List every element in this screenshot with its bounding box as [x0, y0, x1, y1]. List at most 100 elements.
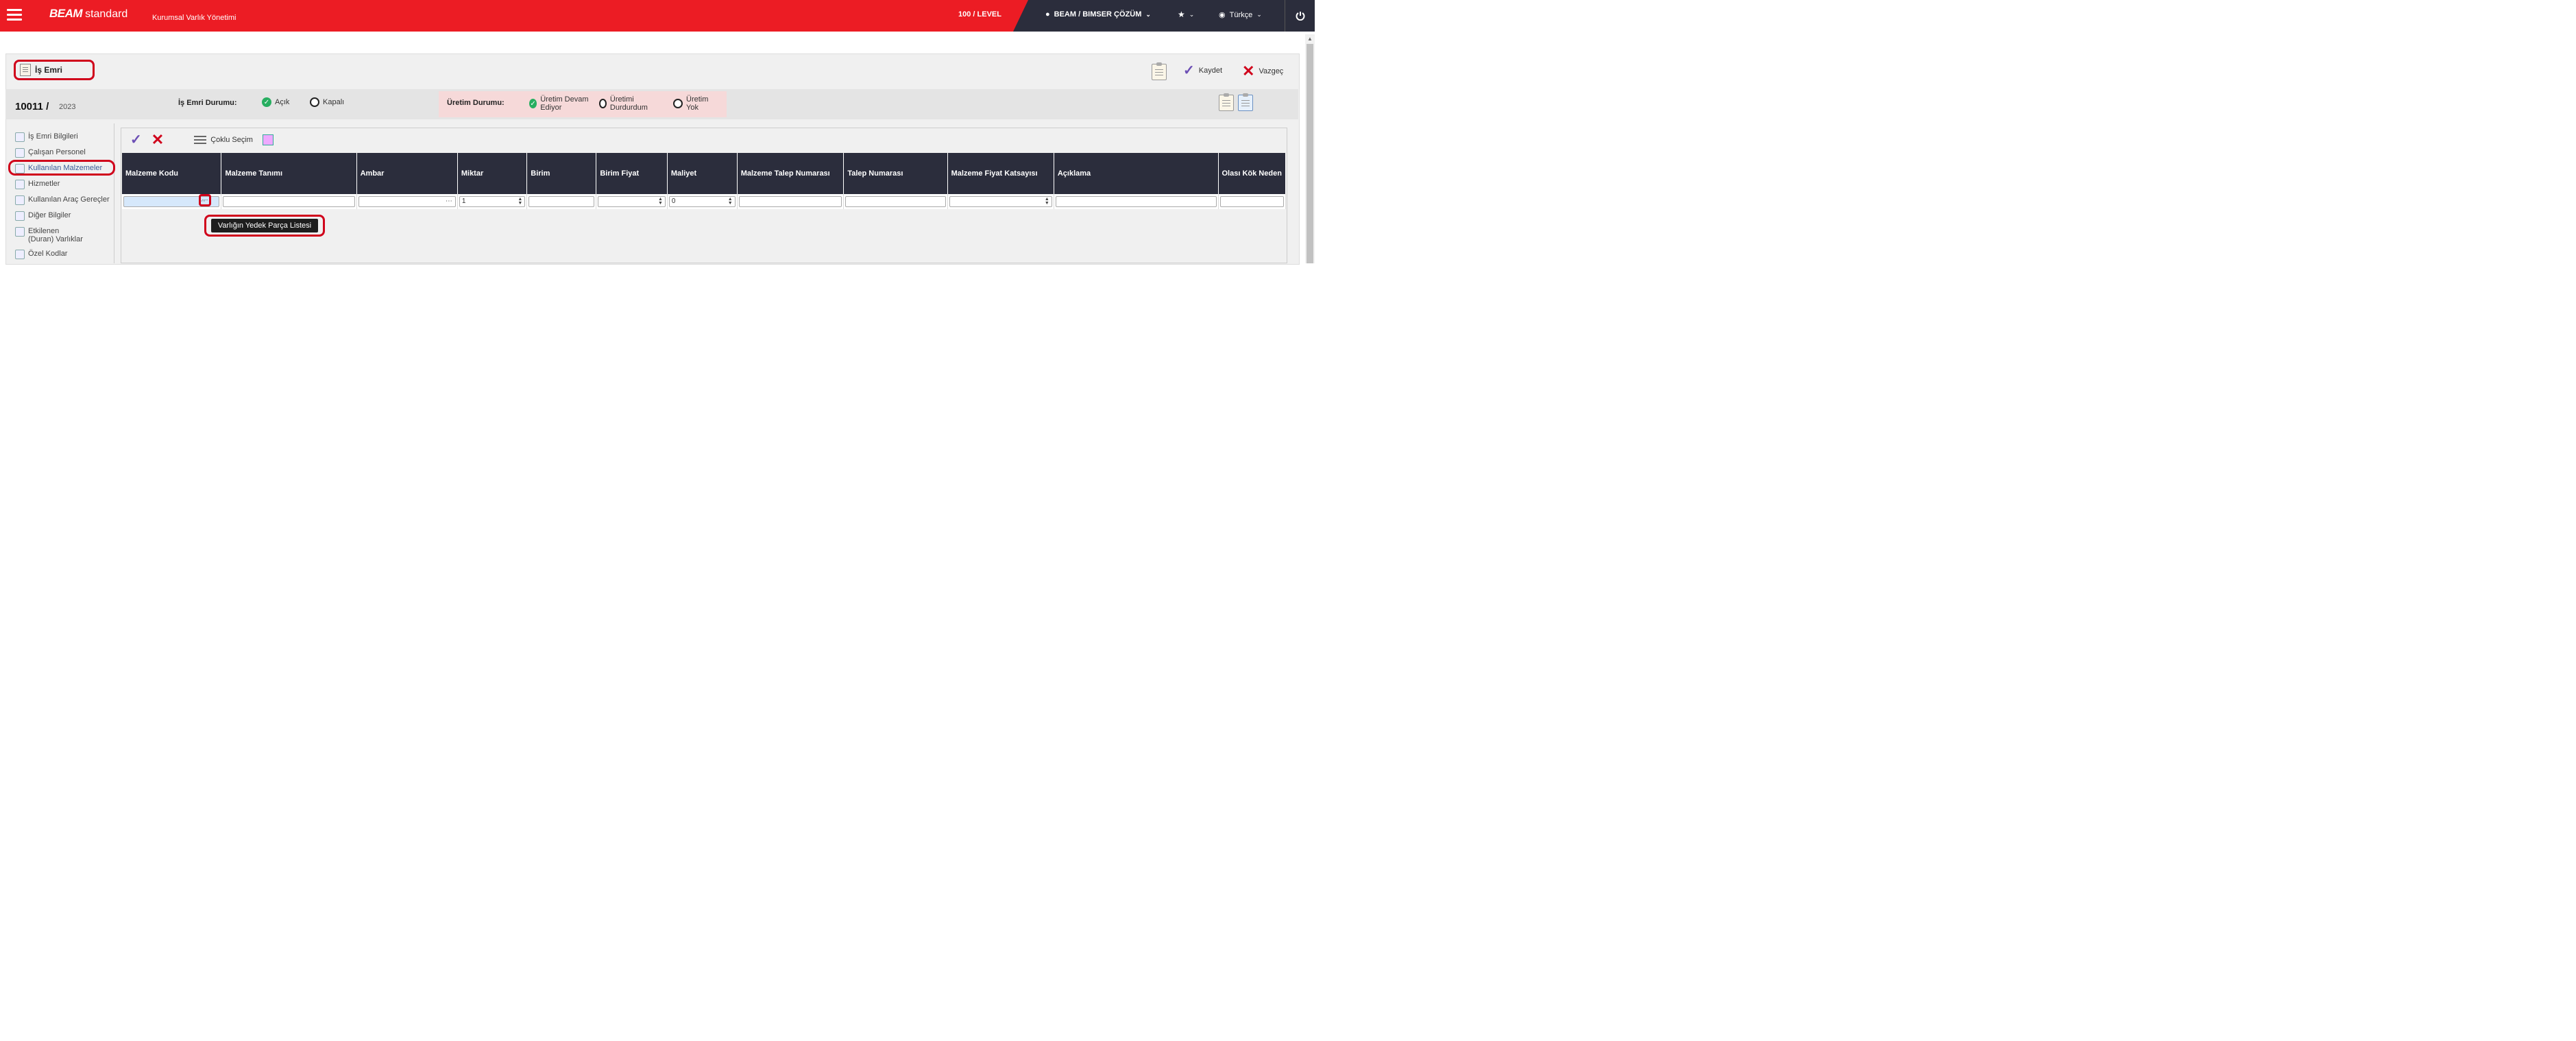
chevron-down-icon: ⌄: [1189, 10, 1195, 18]
copy-icon[interactable]: [1238, 93, 1253, 111]
production-running-label: Üretim Devam Ediyor: [540, 95, 589, 112]
scrollbar-thumb[interactable]: [1307, 44, 1313, 263]
materials-table: Malzeme Kodu Malzeme Tanımı Ambar Miktar…: [122, 153, 1286, 209]
code-icon: [15, 250, 25, 259]
sidebar-item-other-info[interactable]: Diğer Bilgiler: [15, 211, 111, 221]
language-label: Türkçe: [1229, 10, 1253, 19]
column-header[interactable]: Olası Kök Neden: [1218, 153, 1286, 194]
production-none-radio[interactable]: Üretim Yok: [673, 95, 721, 112]
production-stopped-radio[interactable]: Üretimi Durdurdum: [599, 95, 654, 112]
column-header[interactable]: Ambar: [356, 153, 458, 194]
work-order-number: 10011 /: [15, 101, 49, 112]
level-indicator: 100 / LEVEL: [958, 10, 1001, 19]
cancel-button[interactable]: ✕ Vazgeç: [1242, 64, 1283, 79]
ellipsis-icon[interactable]: ⋯: [446, 197, 452, 206]
column-header[interactable]: Talep Numarası: [843, 153, 948, 194]
sidebar-item-label: Kullanılan Malzemeler: [28, 164, 103, 172]
work-order-year: 2023: [59, 103, 76, 111]
brand-logo: BEAM standard: [49, 7, 127, 21]
sidebar-item-label: Çalışan Personel: [28, 148, 86, 156]
cost-stepper[interactable]: 0 ▲ ▼: [668, 196, 736, 207]
page-scrollbar[interactable]: ▲: [1305, 34, 1315, 263]
sidebar-item-tools[interactable]: Kullanılan Araç Gereçler: [15, 195, 111, 205]
favorites-menu[interactable]: ★ ⌄: [1178, 10, 1194, 19]
chevron-down-icon: ⌄: [1145, 10, 1151, 18]
scroll-up-icon[interactable]: ▲: [1307, 36, 1313, 42]
unit-price-stepper[interactable]: ▲ ▼: [598, 196, 666, 207]
column-header[interactable]: Malzeme Fiyat Katsayısı: [947, 153, 1054, 194]
spare-parts-lookup-button[interactable]: ⋯: [199, 194, 211, 206]
status-closed-label: Kapalı: [323, 98, 345, 106]
request-number-input[interactable]: [845, 196, 946, 207]
cell-unit-price: ▲ ▼: [596, 194, 668, 209]
sidebar-item-affected-assets[interactable]: Etkilenen (Duran) Varlıklar: [15, 227, 84, 243]
sidebar-item-personnel[interactable]: Çalışan Personel: [15, 148, 111, 158]
description-input[interactable]: [1055, 196, 1217, 207]
spinner-icon[interactable]: ▲ ▼: [728, 197, 733, 206]
status-tools: [1219, 93, 1253, 111]
price-factor-stepper[interactable]: ▲ ▼: [949, 196, 1052, 207]
delete-button[interactable]: ✕: [151, 132, 164, 147]
material-name-input[interactable]: [223, 196, 355, 207]
power-icon: [1296, 12, 1305, 21]
spinner-icon[interactable]: ▲ ▼: [518, 197, 522, 206]
cell-request-no: [843, 194, 948, 209]
grid-settings-icon[interactable]: [262, 134, 274, 145]
column-header[interactable]: Birim: [526, 153, 597, 194]
multi-select-button[interactable]: Çoklu Seçim: [194, 134, 253, 145]
sidebar-item-work-order-info[interactable]: İş Emri Bilgileri: [15, 132, 111, 142]
user-name: BEAM / BIMSER ÇÖZÜM: [1054, 10, 1142, 19]
logout-button[interactable]: [1285, 0, 1315, 32]
cell-warehouse: ⋯: [356, 194, 458, 209]
confirm-button[interactable]: ✓: [130, 133, 142, 147]
document-icon: [15, 132, 25, 142]
clipboard-icon[interactable]: [1152, 62, 1167, 80]
quantity-value: 1: [461, 198, 466, 205]
unit-input[interactable]: [528, 196, 595, 207]
header-clipboard[interactable]: [1152, 62, 1167, 80]
column-header[interactable]: Birim Fiyat: [596, 153, 668, 194]
cell-quantity: 1 ▲ ▼: [457, 194, 528, 209]
sidebar-item-special-codes[interactable]: Özel Kodlar: [15, 250, 111, 259]
spare-parts-tooltip: Varlığın Yedek Parça Listesi: [211, 219, 318, 232]
clipboard-icon[interactable]: [1219, 93, 1234, 111]
column-header[interactable]: Malzeme Tanımı: [221, 153, 357, 194]
sidebar-item-materials[interactable]: Kullanılan Malzemeler: [15, 164, 111, 174]
save-button[interactable]: ✓ Kaydet: [1183, 64, 1222, 77]
check-icon: ✓: [1183, 63, 1195, 78]
asset-icon: [15, 227, 25, 237]
status-open-radio[interactable]: ✓ Açık: [262, 97, 289, 107]
language-menu[interactable]: ◉ Türkçe ⌄: [1219, 10, 1262, 20]
material-request-input[interactable]: [738, 196, 842, 207]
sidebar-item-services[interactable]: Hizmetler: [15, 180, 111, 189]
check-circle-icon: ✓: [262, 97, 271, 107]
quantity-stepper[interactable]: 1 ▲ ▼: [459, 196, 526, 207]
sidebar-item-label: Etkilenen (Duran) Varlıklar: [28, 227, 83, 243]
spinner-icon[interactable]: ▲ ▼: [658, 197, 663, 206]
status-closed-radio[interactable]: Kapalı: [310, 97, 344, 107]
cancel-label: Vazgeç: [1259, 67, 1284, 75]
cell-material-request-no: [737, 194, 845, 209]
production-status-label: Üretim Durumu:: [447, 99, 505, 107]
warehouse-input[interactable]: ⋯: [358, 196, 456, 207]
menu-icon[interactable]: [7, 9, 22, 21]
sidebar-item-label: Hizmetler: [28, 180, 60, 188]
user-icon: ●: [1045, 10, 1050, 19]
column-header[interactable]: Malzeme Talep Numarası: [737, 153, 845, 194]
column-header[interactable]: Malzeme Kodu: [122, 153, 222, 194]
radio-empty-icon: [673, 99, 683, 108]
column-header[interactable]: Miktar: [457, 153, 528, 194]
brand-edition: standard: [85, 8, 128, 20]
root-cause-input[interactable]: [1219, 196, 1284, 207]
production-running-radio[interactable]: ✓ Üretim Devam Ediyor: [529, 95, 598, 112]
save-label: Kaydet: [1198, 67, 1223, 75]
column-header[interactable]: Açıklama: [1054, 153, 1219, 194]
services-icon: [15, 180, 25, 189]
spinner-icon[interactable]: ▲ ▼: [1045, 197, 1049, 206]
number-separator: /: [46, 101, 49, 112]
sidebar-item-label: Özel Kodlar: [28, 250, 68, 258]
user-menu[interactable]: ● BEAM / BIMSER ÇÖZÜM ⌄: [1045, 10, 1151, 19]
column-header[interactable]: Maliyet: [667, 153, 738, 194]
work-order-status-label: İş Emri Durumu:: [178, 99, 237, 107]
cell-price-factor: ▲ ▼: [947, 194, 1054, 209]
